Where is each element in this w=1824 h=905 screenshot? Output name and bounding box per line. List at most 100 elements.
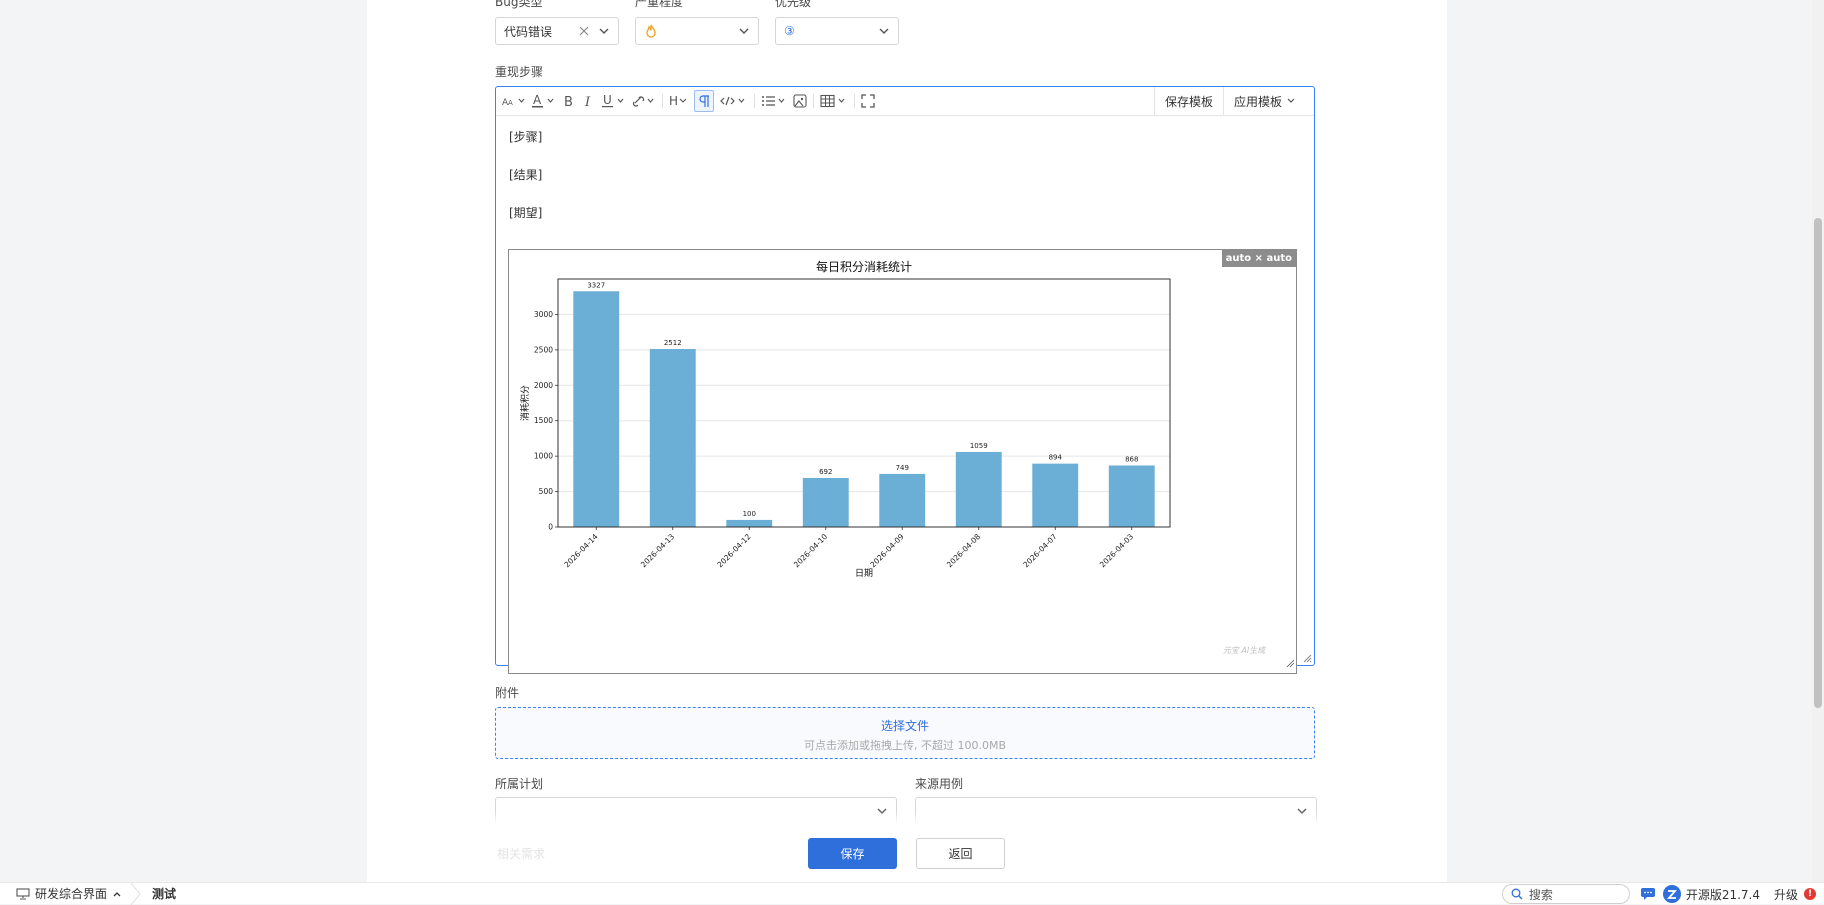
plan-select[interactable] [495, 797, 897, 825]
chart-ytick-label: 500 [539, 487, 554, 496]
severity-select[interactable] [635, 17, 759, 45]
chart-ylabel: 消耗积分 [519, 385, 531, 421]
chart-xtick-label: 2026-04-03 [1098, 532, 1135, 569]
svg-text:A: A [508, 99, 513, 107]
bottom-taskbar: 研发综合界面 测试 搜索 开源版21.7.4 升级 ! [0, 882, 1824, 905]
chart-title: 每日积分消耗统计 [816, 259, 912, 274]
chart-ytick-label: 1500 [534, 416, 553, 425]
save-template-button[interactable]: 保存模板 [1155, 91, 1223, 111]
code-button[interactable] [720, 91, 748, 111]
chart-data-label: 749 [896, 464, 909, 472]
chevron-down-icon [876, 805, 888, 817]
chart-ytick-label: 2500 [534, 345, 553, 354]
back-button[interactable]: 返回 [916, 838, 1005, 869]
chevron-down-icon [598, 25, 610, 37]
font-size-button[interactable]: AA [502, 91, 526, 111]
chart-ytick-label: 0 [548, 523, 553, 532]
chart-data-label: 868 [1125, 455, 1138, 463]
chevron-down-icon [1296, 805, 1308, 817]
monitor-icon [16, 887, 30, 900]
plan-label: 所属计划 [495, 777, 544, 791]
table-button[interactable] [820, 91, 848, 111]
chart-bar [802, 477, 849, 527]
link-button[interactable] [632, 91, 656, 111]
chart-bar [879, 473, 926, 527]
current-page-label: 测试 [152, 887, 177, 901]
chart-xtick-label: 2026-04-10 [792, 532, 829, 569]
heading-button[interactable]: H [669, 91, 688, 111]
app-switcher[interactable]: 研发综合界面 [35, 885, 107, 902]
search-placeholder: 搜索 [1528, 887, 1553, 902]
list-button[interactable] [761, 91, 787, 111]
chart-xtick-label: 2026-04-08 [945, 532, 982, 569]
chart-data-label: 692 [819, 468, 832, 476]
image-size-badge: auto × auto [1221, 250, 1296, 267]
chart-bar [1108, 465, 1155, 527]
expected-paragraph: [期望] [509, 206, 543, 220]
bug-type-select[interactable]: 代码错误 [495, 17, 619, 45]
fullscreen-icon[interactable] [861, 91, 875, 111]
page-scrollbar[interactable] [1812, 0, 1824, 882]
search-icon [1511, 888, 1523, 900]
chart-ytick-label: 3000 [534, 310, 553, 319]
editor-toolbar: AA A B I U H 保存模板 应用模板 [496, 87, 1314, 116]
bold-icon[interactable]: B [562, 91, 576, 111]
chat-icon[interactable] [1640, 887, 1656, 901]
steps-editor[interactable]: AA A B I U H 保存模板 应用模板 [步骤] [结果] [期望] 33… [495, 86, 1315, 674]
image-icon[interactable] [793, 91, 807, 111]
svg-text:B: B [564, 95, 573, 108]
chart-data-label: 100 [743, 510, 756, 518]
chevron-down-icon [738, 25, 750, 37]
svg-text:A: A [533, 93, 542, 107]
underline-button[interactable]: U [602, 91, 626, 111]
chart-bar [1032, 463, 1079, 527]
chevron-down-icon [679, 98, 687, 103]
severity-flame-icon [646, 24, 656, 38]
apply-template-button[interactable]: 应用模板 [1224, 91, 1306, 111]
chart-xtick-label: 2026-04-13 [639, 532, 676, 569]
priority-select[interactable]: ③ [775, 17, 899, 45]
chart-bar [955, 451, 1002, 527]
toolbar-divider [813, 94, 815, 108]
form-footer [483, 823, 1323, 882]
embedded-chart-image[interactable]: 3327 2026-04-14 2512 2026-04-13 100 2026-04-1… [508, 249, 1297, 674]
source-case-label: 来源用例 [915, 777, 964, 791]
svg-text:U: U [603, 93, 612, 107]
chart-bar [649, 349, 696, 527]
chart-data-label: 1059 [970, 442, 988, 450]
italic-icon[interactable]: I [582, 91, 596, 111]
zentao-logo-icon [1662, 885, 1681, 903]
chevron-down-icon [1287, 98, 1295, 103]
steps-paragraph: [步骤] [509, 130, 543, 144]
chart-xtick-label: 2026-04-12 [715, 532, 752, 569]
chart-data-label: 894 [1049, 454, 1063, 462]
file-upload-dropzone[interactable]: 选择文件 可点击添加或拖拽上传, 不超过 100.0MB [495, 707, 1315, 759]
font-color-button[interactable]: A [532, 91, 556, 111]
bar-chart: 3327 2026-04-14 2512 2026-04-13 100 2026-04-1… [519, 259, 1295, 668]
result-paragraph: [结果] [509, 168, 543, 182]
upgrade-link[interactable]: 升级 [1774, 886, 1798, 903]
scrollbar-thumb[interactable] [1814, 218, 1822, 708]
global-search-input[interactable]: 搜索 [1501, 884, 1630, 904]
priority-label: 优先级 [775, 0, 812, 9]
chevron-up-icon[interactable] [112, 889, 122, 899]
bug-type-value: 代码错误 [504, 24, 553, 39]
image-resize-icon [1286, 659, 1295, 668]
svg-text:I: I [584, 95, 591, 108]
paragraph-icon[interactable] [694, 90, 715, 112]
version-label[interactable]: 开源版21.7.4 [1686, 886, 1760, 903]
resize-handle-icon[interactable] [1303, 654, 1312, 663]
save-button[interactable]: 保存 [808, 838, 897, 869]
chart-xtick-label: 2026-04-07 [1021, 532, 1058, 569]
chart-ytick-label: 1000 [534, 452, 553, 461]
notice-badge[interactable]: ! [1804, 888, 1816, 900]
bug-type-label: Bug类型 [495, 0, 543, 9]
choose-file-link[interactable]: 选择文件 [496, 717, 1314, 734]
toolbar-divider [854, 94, 856, 108]
steps-label: 重现步骤 [495, 65, 544, 79]
chart-ytick-label: 2000 [534, 381, 553, 390]
clear-icon[interactable] [578, 25, 590, 37]
source-case-select[interactable] [915, 797, 1317, 825]
severity-label: 严重程度 [635, 0, 684, 9]
chevron-down-icon [878, 25, 890, 37]
